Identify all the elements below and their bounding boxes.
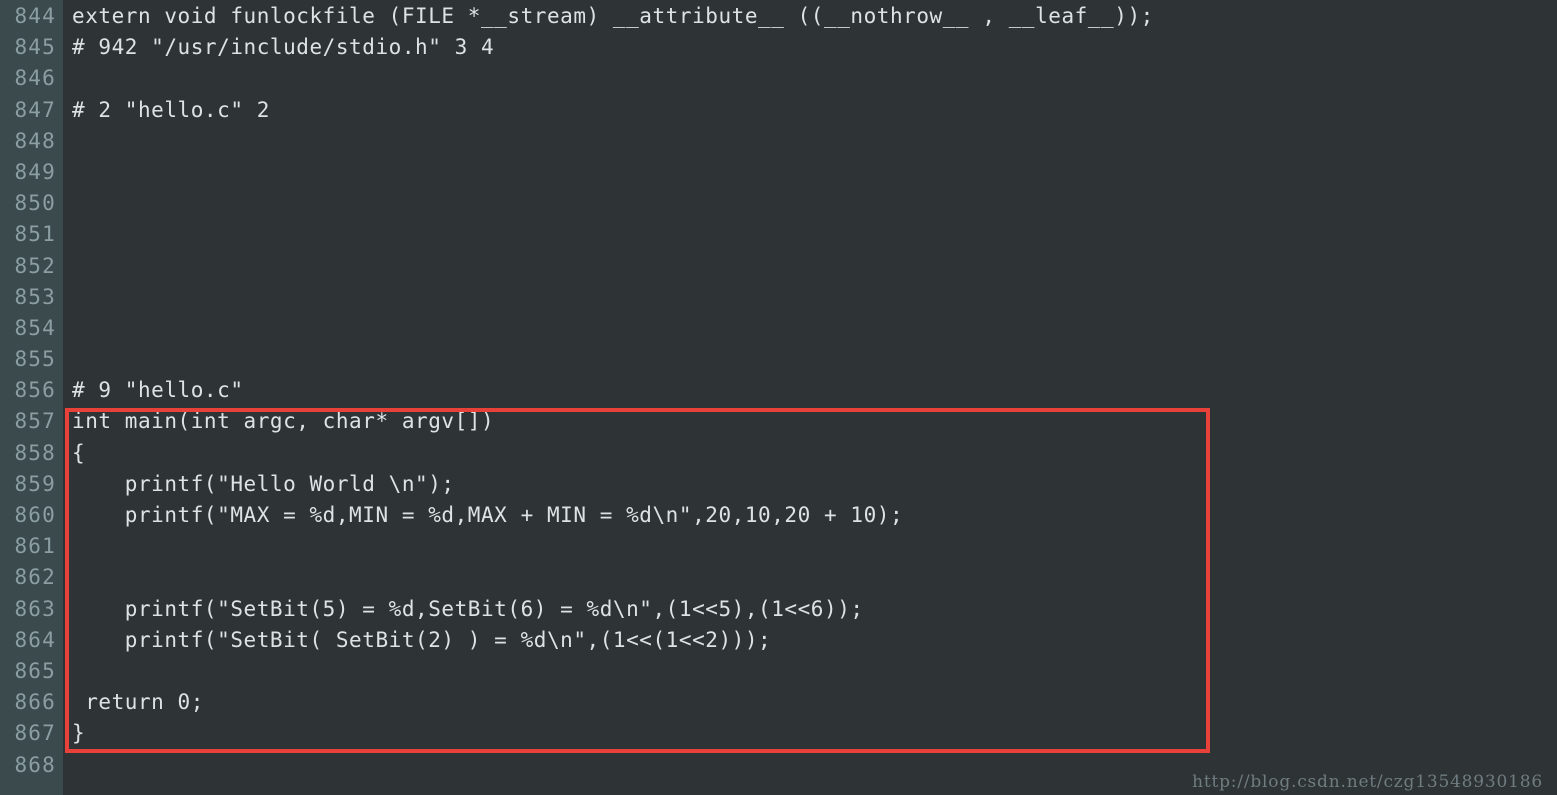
code-line[interactable]: printf("SetBit(5) = %d,SetBit(6) = %d\n"… [63, 594, 1557, 625]
line-number: 865 [14, 658, 56, 683]
code-line[interactable]: # 9 "hello.c" [63, 375, 1557, 406]
code-line[interactable]: printf("MAX = %d,MIN = %d,MAX + MIN = %d… [63, 500, 1557, 531]
code-line[interactable] [63, 219, 1557, 250]
code-line[interactable]: int main(int argc, char* argv[]) [63, 406, 1557, 437]
line-number: 862 [14, 565, 56, 590]
code-editor-view: 844 845 846 847 848 849 850 851 852 853 854 855 856 8… [0, 0, 1557, 795]
line-number: 853 [14, 284, 56, 309]
line-number: 855 [14, 347, 56, 372]
code-line[interactable] [63, 63, 1557, 94]
line-number: 851 [14, 222, 56, 247]
line-number: 845 [14, 35, 56, 60]
line-number: 844 [14, 4, 56, 28]
line-number: 850 [14, 191, 56, 216]
line-number: 860 [14, 503, 56, 527]
code-line[interactable] [63, 251, 1557, 282]
line-number: 849 [14, 159, 56, 184]
line-number: 847 [14, 97, 56, 122]
watermark-url: http://blog.csdn.net/czg13548930186 [1192, 772, 1543, 792]
code-line[interactable] [63, 313, 1557, 344]
line-number: 866 [14, 690, 56, 715]
line-number: 864 [14, 627, 56, 652]
line-number: 861 [14, 534, 56, 559]
code-line[interactable]: return 0; [63, 687, 1557, 718]
code-line[interactable]: extern void funlockfile (FILE *__stream)… [63, 1, 1557, 32]
line-number-gutter: 844 845 846 847 848 849 850 851 852 853 854 855 856 8… [0, 0, 63, 795]
code-line[interactable]: # 942 "/usr/include/stdio.h" 3 4 [63, 32, 1557, 63]
line-number: 863 [14, 596, 56, 621]
line-number-list: 844 845 846 847 848 849 850 851 852 853 854 855 856 8… [0, 0, 63, 781]
line-number: 852 [14, 253, 56, 278]
code-line[interactable] [63, 188, 1557, 219]
line-number: 857 [14, 409, 56, 434]
line-number: 856 [14, 378, 56, 403]
line-number: 846 [14, 66, 56, 91]
line-number: 854 [14, 315, 56, 340]
code-line[interactable] [63, 126, 1557, 157]
code-content-area[interactable]: extern void funlockfile (FILE *__stream)… [63, 0, 1557, 795]
code-line[interactable]: printf("Hello World \n"); [63, 469, 1557, 500]
line-number: 868 [14, 752, 56, 777]
code-line[interactable]: { [63, 438, 1557, 469]
code-line[interactable] [63, 531, 1557, 562]
code-line[interactable] [63, 562, 1557, 593]
code-line[interactable]: # 2 "hello.c" 2 [63, 95, 1557, 126]
code-line[interactable]: } [63, 718, 1557, 749]
code-line[interactable] [63, 656, 1557, 687]
line-number: 859 [14, 471, 56, 496]
line-number: 848 [14, 128, 56, 153]
line-number: 867 [14, 721, 56, 746]
code-line[interactable] [63, 282, 1557, 313]
line-number: 858 [14, 440, 56, 465]
code-line[interactable] [63, 157, 1557, 188]
code-line[interactable]: printf("SetBit( SetBit(2) ) = %d\n",(1<<… [63, 625, 1557, 656]
code-line[interactable] [63, 344, 1557, 375]
